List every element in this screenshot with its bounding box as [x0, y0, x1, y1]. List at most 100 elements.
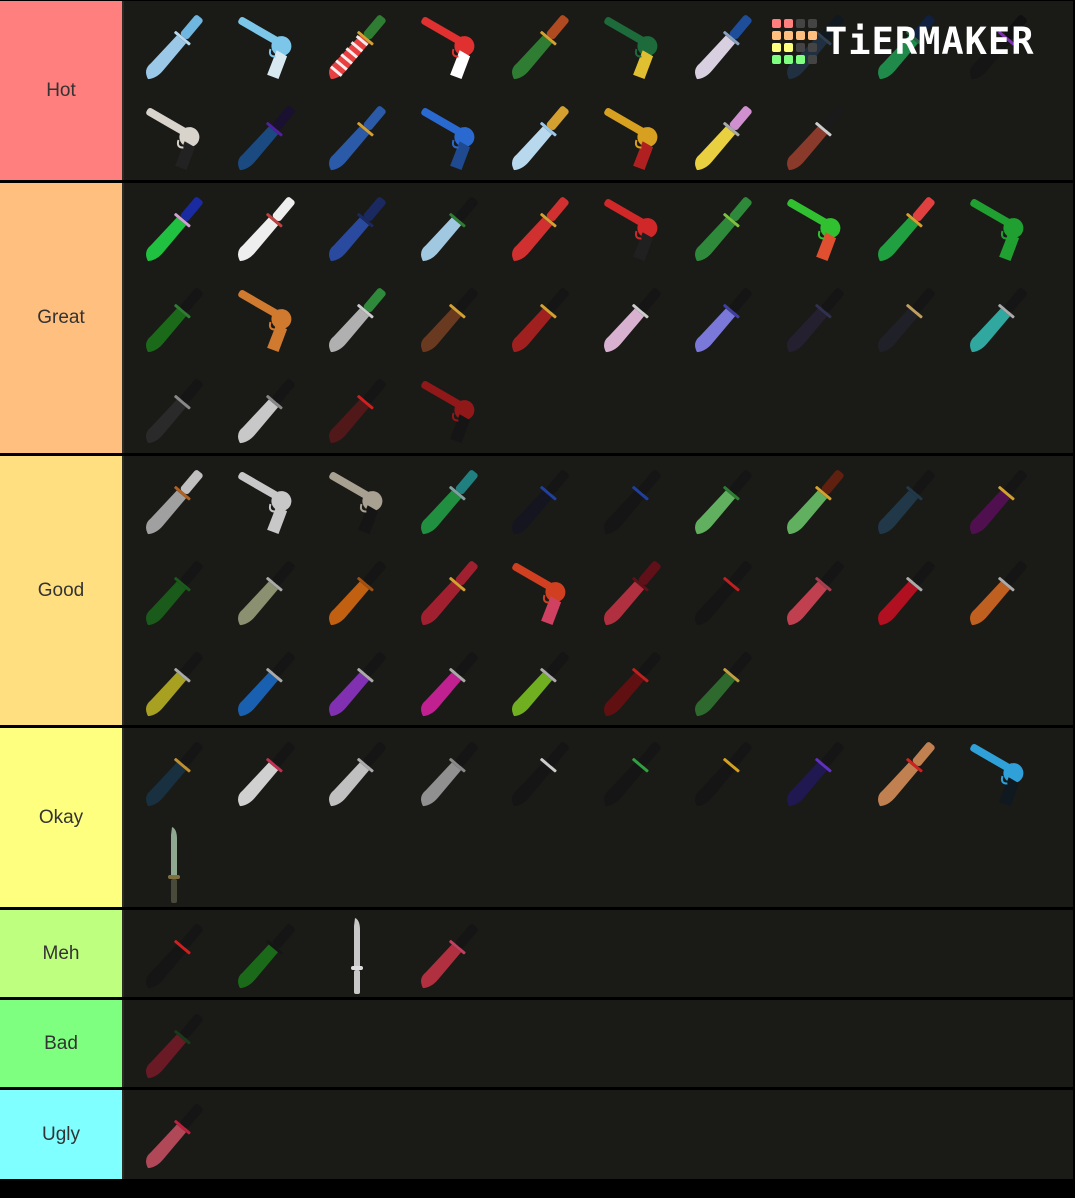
- tier-item-knife[interactable]: [587, 547, 679, 638]
- tier-items-dropzone[interactable]: [124, 1090, 1075, 1179]
- tier-item-knife[interactable]: [495, 274, 587, 365]
- tier-item-knife[interactable]: [404, 728, 496, 819]
- tier-items-dropzone[interactable]: [124, 456, 1075, 725]
- tier-item-knife[interactable]: [770, 456, 862, 547]
- tier-label[interactable]: Bad: [0, 1000, 124, 1087]
- tier-item-knife[interactable]: [678, 183, 770, 274]
- tier-item-knife[interactable]: [678, 92, 770, 183]
- tier-item-knife[interactable]: [221, 92, 313, 183]
- tier-item-knife[interactable]: [587, 638, 679, 729]
- tier-item-knife[interactable]: [495, 92, 587, 183]
- logo-grid-cell: [784, 19, 793, 28]
- tier-item-knife[interactable]: [312, 728, 404, 819]
- tier-item-knife[interactable]: [129, 910, 221, 1001]
- tier-label[interactable]: Great: [0, 183, 124, 453]
- tier-item-knife[interactable]: [129, 547, 221, 638]
- tier-label[interactable]: Okay: [0, 728, 124, 907]
- tier-item-knife[interactable]: [312, 910, 404, 1001]
- tier-item-knife[interactable]: [221, 728, 313, 819]
- knife-icon: [237, 197, 295, 262]
- tier-item-knife[interactable]: [495, 728, 587, 819]
- tier-item-gun[interactable]: [953, 728, 1045, 819]
- tier-item-knife[interactable]: [221, 638, 313, 729]
- tier-item-knife[interactable]: [129, 728, 221, 819]
- tier-item-knife[interactable]: [129, 819, 221, 910]
- tier-item-knife[interactable]: [221, 365, 313, 456]
- tier-item-knife[interactable]: [221, 183, 313, 274]
- tier-item-knife[interactable]: [129, 1000, 221, 1091]
- tier-item-gun[interactable]: [221, 456, 313, 547]
- tier-item-knife[interactable]: [953, 456, 1045, 547]
- tier-item-knife[interactable]: [770, 547, 862, 638]
- tier-item-gun[interactable]: [221, 1, 313, 92]
- tier-item-knife[interactable]: [770, 728, 862, 819]
- tier-item-knife[interactable]: [129, 456, 221, 547]
- tier-item-gun[interactable]: [495, 547, 587, 638]
- tier-item-gun[interactable]: [587, 92, 679, 183]
- tier-item-gun[interactable]: [587, 183, 679, 274]
- tier-item-knife[interactable]: [953, 274, 1045, 365]
- tier-label[interactable]: Hot: [0, 1, 124, 180]
- knife-icon: [420, 924, 478, 989]
- knife-icon: [329, 561, 386, 626]
- tier-item-knife[interactable]: [495, 638, 587, 729]
- tier-item-knife[interactable]: [129, 1090, 221, 1181]
- tier-item-knife[interactable]: [953, 547, 1045, 638]
- tier-item-knife[interactable]: [129, 1, 221, 92]
- tier-item-knife[interactable]: [404, 910, 496, 1001]
- tier-item-gun[interactable]: [221, 274, 313, 365]
- tier-item-knife[interactable]: [312, 92, 404, 183]
- tier-item-knife[interactable]: [495, 183, 587, 274]
- tier-item-knife[interactable]: [312, 638, 404, 729]
- tier-item-gun[interactable]: [770, 183, 862, 274]
- tier-item-knife[interactable]: [312, 183, 404, 274]
- tier-items-dropzone[interactable]: [124, 183, 1075, 453]
- tier-item-knife[interactable]: [404, 638, 496, 729]
- tier-item-knife[interactable]: [770, 274, 862, 365]
- tier-item-gun[interactable]: [953, 183, 1045, 274]
- tier-item-knife[interactable]: [861, 728, 953, 819]
- tier-item-knife[interactable]: [404, 547, 496, 638]
- tier-item-gun[interactable]: [404, 365, 496, 456]
- tier-item-knife[interactable]: [770, 92, 862, 183]
- tier-item-knife[interactable]: [861, 274, 953, 365]
- tier-item-knife[interactable]: [129, 638, 221, 729]
- tier-item-knife[interactable]: [678, 638, 770, 729]
- tier-label[interactable]: Good: [0, 456, 124, 725]
- tier-item-knife[interactable]: [404, 456, 496, 547]
- tier-item-gun[interactable]: [129, 92, 221, 183]
- tier-items-dropzone[interactable]: [124, 728, 1075, 907]
- tier-item-gun[interactable]: [404, 92, 496, 183]
- tier-item-knife[interactable]: [312, 365, 404, 456]
- tier-item-knife[interactable]: [587, 274, 679, 365]
- tier-item-knife[interactable]: [129, 365, 221, 456]
- tier-items-dropzone[interactable]: [124, 910, 1075, 997]
- tier-item-knife[interactable]: [404, 274, 496, 365]
- tier-item-knife[interactable]: [129, 274, 221, 365]
- tier-item-knife[interactable]: [861, 183, 953, 274]
- tier-item-knife[interactable]: [678, 728, 770, 819]
- tier-label[interactable]: Meh: [0, 910, 124, 997]
- tier-item-knife[interactable]: [129, 183, 221, 274]
- tier-item-knife[interactable]: [404, 183, 496, 274]
- tier-item-knife[interactable]: [678, 1, 770, 92]
- tier-item-gun[interactable]: [587, 1, 679, 92]
- tier-item-knife[interactable]: [587, 728, 679, 819]
- tier-item-knife[interactable]: [221, 910, 313, 1001]
- tier-item-gun[interactable]: [312, 456, 404, 547]
- tier-item-knife[interactable]: [495, 456, 587, 547]
- tier-item-knife[interactable]: [678, 547, 770, 638]
- tier-item-knife[interactable]: [587, 456, 679, 547]
- tier-label[interactable]: Ugly: [0, 1090, 124, 1179]
- tier-item-knife[interactable]: [678, 456, 770, 547]
- tier-item-knife[interactable]: [312, 274, 404, 365]
- tier-item-knife[interactable]: [495, 1, 587, 92]
- tier-item-knife[interactable]: [312, 547, 404, 638]
- tier-item-knife[interactable]: [678, 274, 770, 365]
- tier-item-knife[interactable]: [861, 547, 953, 638]
- tier-items-dropzone[interactable]: [124, 1000, 1075, 1087]
- tier-item-knife[interactable]: [312, 1, 404, 92]
- tier-item-gun[interactable]: [404, 1, 496, 92]
- tier-item-knife[interactable]: [221, 547, 313, 638]
- tier-item-knife[interactable]: [861, 456, 953, 547]
